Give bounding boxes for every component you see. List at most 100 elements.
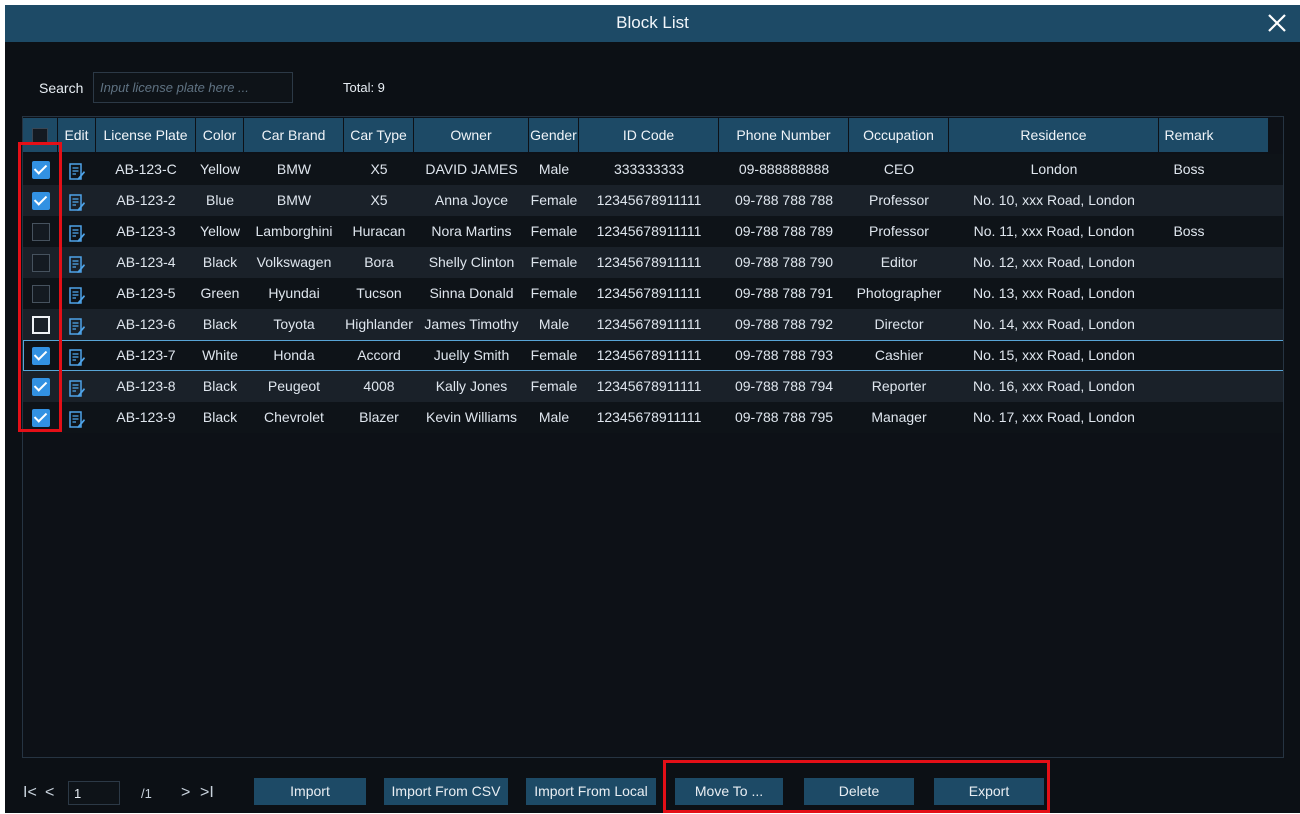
search-input[interactable] <box>93 72 293 103</box>
cell-phone-number: 09-788 788 790 <box>734 254 834 270</box>
select-cell <box>23 216 58 247</box>
footer-bar: I< < /1 > >I Import Import From CSV Impo… <box>5 775 1300 813</box>
edit-cell <box>58 278 96 309</box>
cell-car-type: Blazer <box>359 409 399 425</box>
cell-owner: James Timothy <box>424 316 519 332</box>
column-header-phone-number: Phone Number <box>719 118 849 152</box>
row-checkbox[interactable] <box>31 192 50 211</box>
table-row[interactable]: AB-123-3 Yellow Lamborghini Huracan Nora Mar… <box>23 216 1283 247</box>
cell-car-type: Huracan <box>352 223 406 239</box>
cell-car-type: Tucson <box>356 285 402 301</box>
delete-button[interactable]: Delete <box>804 778 914 805</box>
column-header-residence: Residence <box>949 118 1159 152</box>
cell-gender: Male <box>538 161 570 177</box>
row-checkbox[interactable] <box>31 161 50 180</box>
edit-icon[interactable] <box>69 223 85 243</box>
select-all-checkbox[interactable] <box>32 128 48 145</box>
column-header-gender: Gender <box>529 118 579 152</box>
cell-id-code: 12345678911111 <box>596 192 702 208</box>
last-page-button[interactable]: >I <box>200 784 214 802</box>
row-checkbox[interactable] <box>31 378 50 397</box>
cell-residence: London <box>1030 161 1078 177</box>
cell-owner: Shelly Clinton <box>428 254 515 270</box>
cell-phone-number: 09-788 788 788 <box>734 192 834 208</box>
column-header-remark: Remark <box>1164 127 1214 143</box>
edit-cell <box>58 309 96 340</box>
edit-icon[interactable] <box>69 254 85 274</box>
cell-car-brand: BMW <box>276 192 312 208</box>
cell-id-code: 12345678911111 <box>596 223 702 239</box>
table-row[interactable]: AB-123-5 Green Hyundai Tucson Sinna Donald Fe… <box>23 278 1283 309</box>
cell-car-brand: Peugeot <box>267 378 321 394</box>
cell-id-code: 333333333 <box>613 161 685 177</box>
cell-license-plate: AB-123-8 <box>116 378 176 394</box>
select-cell <box>23 371 58 402</box>
close-icon[interactable] <box>1262 8 1292 38</box>
export-button[interactable]: Export <box>934 778 1044 805</box>
edit-icon[interactable] <box>69 347 85 367</box>
row-checkbox[interactable] <box>31 347 50 366</box>
import-from-local-button[interactable]: Import From Local <box>526 778 656 805</box>
cell-license-plate: AB-123-6 <box>116 316 176 332</box>
edit-icon[interactable] <box>69 192 85 212</box>
select-cell <box>23 247 58 278</box>
cell-car-type: Bora <box>364 254 394 270</box>
table-row[interactable]: AB-123-8 Black Peugeot 4008 Kally Jones Femal… <box>23 371 1283 402</box>
dialog-title: Block List <box>616 13 689 32</box>
import-from-csv-button[interactable]: Import From CSV <box>384 778 508 805</box>
row-checkbox[interactable] <box>31 223 50 242</box>
column-header-select[interactable] <box>23 118 58 152</box>
cell-color: Black <box>202 316 238 332</box>
cell-gender: Female <box>530 254 578 270</box>
first-page-button[interactable]: I< <box>23 784 37 802</box>
table-row[interactable]: AB-123-2 Blue BMW X5 Anna Joyce Female 1234567… <box>23 185 1283 216</box>
cell-id-code: 12345678911111 <box>596 316 702 332</box>
import-button[interactable]: Import <box>254 778 366 805</box>
table-row[interactable]: AB-123-6 Black Toyota Highlander James Timot… <box>23 309 1283 340</box>
cell-gender: Female <box>530 223 578 239</box>
cell-license-plate: AB-123-2 <box>116 192 176 208</box>
cell-id-code: 12345678911111 <box>596 285 702 301</box>
cell-car-type: 4008 <box>363 378 395 394</box>
table-row[interactable]: AB-123-9 Black Chevrolet Blazer Kevin Willia… <box>23 402 1283 433</box>
cell-car-type: X5 <box>370 161 388 177</box>
edit-icon[interactable] <box>69 161 85 181</box>
cell-car-brand: Volkswagen <box>256 254 332 270</box>
edit-icon[interactable] <box>69 378 85 398</box>
cell-color: Black <box>202 254 238 270</box>
select-cell <box>23 185 58 216</box>
cell-gender: Male <box>538 316 570 332</box>
cell-occupation: Editor <box>880 254 918 270</box>
cell-gender: Female <box>530 285 578 301</box>
edit-icon[interactable] <box>69 316 85 336</box>
page-number-input[interactable] <box>68 781 120 805</box>
cell-color: Yellow <box>200 223 240 239</box>
title-bar: Block List <box>5 5 1300 42</box>
table-row[interactable]: AB-123-C Yellow BMW X5 DAVID JAMES Male 333333… <box>23 154 1283 185</box>
row-checkbox[interactable] <box>31 285 50 304</box>
edit-icon[interactable] <box>69 285 85 305</box>
cell-remark <box>1159 371 1219 402</box>
row-checkbox[interactable] <box>31 316 50 335</box>
cell-remark <box>1159 185 1219 216</box>
cell-color: Blue <box>205 192 235 208</box>
row-checkbox[interactable] <box>31 254 50 273</box>
select-cell <box>23 340 58 371</box>
table-row[interactable]: AB-123-7 White Honda Accord Juelly Smith Fema… <box>23 340 1283 371</box>
cell-residence: No. 17, xxx Road, London <box>973 409 1135 425</box>
cell-gender: Female <box>530 347 578 363</box>
cell-car-type: X5 <box>370 192 388 208</box>
prev-page-button[interactable]: < <box>45 784 54 802</box>
cell-residence: No. 15, xxx Road, London <box>973 347 1135 363</box>
move-to-button[interactable]: Move To ... <box>675 778 783 805</box>
column-header-car-type: Car Type <box>344 118 414 152</box>
edit-cell <box>58 154 96 185</box>
page-total: /1 <box>141 786 152 801</box>
edit-icon[interactable] <box>69 409 85 429</box>
next-page-button[interactable]: > <box>181 784 190 802</box>
cell-phone-number: 09-788 788 792 <box>734 316 834 332</box>
table-row[interactable]: AB-123-4 Black Volkswagen Bora Shelly Clinto… <box>23 247 1283 278</box>
row-checkbox[interactable] <box>31 409 50 428</box>
cell-id-code: 12345678911111 <box>596 347 702 363</box>
select-cell <box>23 402 58 433</box>
